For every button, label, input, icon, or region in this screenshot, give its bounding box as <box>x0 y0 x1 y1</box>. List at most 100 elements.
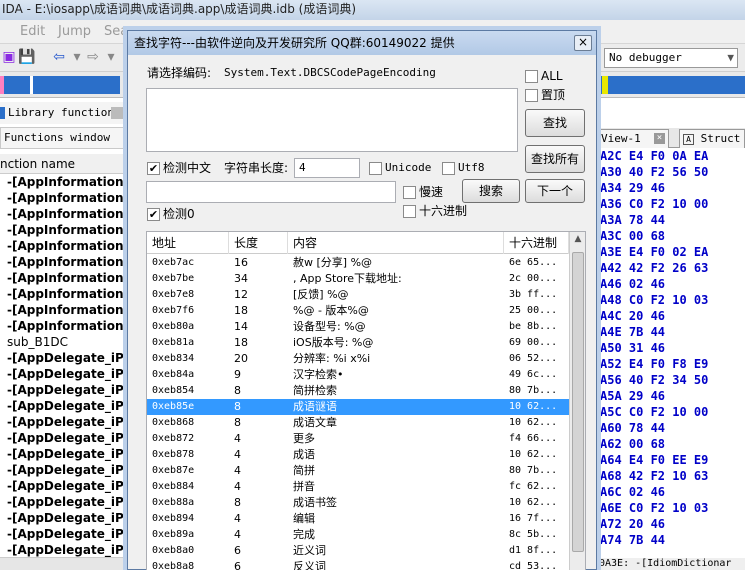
hex-row[interactable]: A68 42 F2 10 63 <box>597 468 745 484</box>
functions-list[interactable]: -[AppInformationS -[AppInformationS -[AppI… <box>0 174 135 560</box>
function-list-item[interactable]: -[AppInformationS <box>0 174 135 190</box>
function-list-item[interactable]: -[AppDelegate_iPh <box>0 398 135 414</box>
back-icon[interactable]: ⇦ <box>50 48 68 66</box>
search-button[interactable]: 搜索 <box>462 179 520 203</box>
detect-zero-checkbox[interactable]: ✔ <box>147 208 160 221</box>
tab-view-1[interactable]: View-1 × <box>597 129 669 148</box>
function-list-item[interactable]: -[AppInformationS <box>0 318 135 334</box>
function-list-item[interactable]: -[AppDelegate_iPh <box>0 382 135 398</box>
function-list-item[interactable]: -[AppDelegate_iPh <box>0 494 135 510</box>
hex-row[interactable]: A6E C0 F2 10 03 <box>597 500 745 516</box>
hex-row[interactable]: A3A 78 44 <box>597 212 745 228</box>
results-table[interactable]: 地址 长度 内容 十六进制 0xeb7ac 16 赦w [分享] %@ 6e 65..… <box>146 231 586 570</box>
tab-structures[interactable]: A Struct <box>679 129 745 148</box>
unicode-checkbox[interactable] <box>369 162 382 175</box>
all-checkbox[interactable] <box>525 70 538 83</box>
function-list-item[interactable]: -[AppDelegate_iPh <box>0 526 135 542</box>
table-row[interactable]: 0xeb7ac 16 赦w [分享] %@ 6e 65... <box>147 255 569 271</box>
table-row[interactable]: 0xeb834 20 分辨率: %i x%i 06 52... <box>147 351 569 367</box>
hex-row[interactable]: A60 78 44 <box>597 420 745 436</box>
hex-row[interactable]: A48 C0 F2 10 03 <box>597 292 745 308</box>
menu-search[interactable]: Sea <box>104 24 128 39</box>
menu-edit[interactable]: Edit <box>20 24 45 39</box>
hex-row[interactable]: A2C E4 F0 0A EA <box>597 148 745 164</box>
function-list-item[interactable]: -[AppDelegate_iPh <box>0 478 135 494</box>
column-header-address[interactable]: 地址 <box>147 232 229 254</box>
scroll-up-icon[interactable]: ▲ <box>570 234 585 248</box>
functions-window-tab[interactable]: Functions window <box>0 127 135 149</box>
table-row[interactable]: 0xeb80a 14 设备型号: %@ be 8b... <box>147 319 569 335</box>
column-header-length[interactable]: 长度 <box>229 232 288 254</box>
function-list-item[interactable]: -[AppDelegate_iPh <box>0 510 135 526</box>
hex-row[interactable]: A74 7B 44 <box>597 532 745 548</box>
function-list-item[interactable]: -[AppInformationS <box>0 302 135 318</box>
open-icon[interactable]: ▣ <box>0 48 18 66</box>
encoding-select[interactable]: System.Text.DBCSCodePageEncoding <box>220 64 518 84</box>
function-list-item[interactable]: -[AppDelegate_iPh <box>0 414 135 430</box>
function-list-item[interactable]: -[AppInformationS <box>0 286 135 302</box>
hex-row[interactable]: A36 C0 F2 10 00 <box>597 196 745 212</box>
hex-row[interactable]: A52 E4 F0 F8 E9 <box>597 356 745 372</box>
table-row[interactable]: 0xeb872 4 更多 f4 66... <box>147 431 569 447</box>
close-icon[interactable]: × <box>654 133 665 144</box>
table-row[interactable]: 0xeb8a0 6 近义词 d1 8f... <box>147 543 569 559</box>
function-list-item[interactable]: sub_B1DC <box>0 334 135 350</box>
save-icon[interactable]: 💾 <box>18 48 36 66</box>
column-header-content[interactable]: 内容 <box>288 232 504 254</box>
hex-row[interactable]: A64 E4 F0 EE E9 <box>597 452 745 468</box>
table-row[interactable]: 0xeb868 8 成语文章 10 62... <box>147 415 569 431</box>
function-name-header[interactable]: nction name <box>0 154 135 174</box>
hex-row[interactable]: A4E 7B 44 <box>597 324 745 340</box>
disassembly-hex-view[interactable]: A2C E4 F0 0A EA A30 40 F2 56 50 A34 29 46 A… <box>597 148 745 558</box>
hex-row[interactable]: A46 02 46 <box>597 276 745 292</box>
table-row[interactable]: 0xeb8a8 6 反义词 cd 53... <box>147 559 569 570</box>
detect-chinese-checkbox[interactable]: ✔ <box>147 162 160 175</box>
function-list-item[interactable]: -[AppInformationS <box>0 190 135 206</box>
function-list-item[interactable]: -[AppDelegate_iPh <box>0 462 135 478</box>
table-row[interactable]: 0xeb88a 8 成语书签 10 62... <box>147 495 569 511</box>
search-text-area[interactable] <box>146 88 518 152</box>
table-row[interactable]: 0xeb7e8 12 [反馈] %@ 3b ff... <box>147 287 569 303</box>
function-list-item[interactable]: -[AppDelegate_iPh <box>0 542 135 558</box>
hex-row[interactable]: A72 20 46 <box>597 516 745 532</box>
table-row[interactable]: 0xeb84a 9 汉字检索• 49 6c... <box>147 367 569 383</box>
hex-row[interactable]: A4C 20 46 <box>597 308 745 324</box>
function-list-item[interactable]: -[AppDelegate_iPh <box>0 430 135 446</box>
find-all-button[interactable]: 查找所有 <box>525 145 585 173</box>
hex-row[interactable]: A3C 00 68 <box>597 228 745 244</box>
function-list-item[interactable]: -[AppInformationS <box>0 254 135 270</box>
results-vertical-scrollbar[interactable]: ▲ <box>569 232 585 570</box>
hex-row[interactable]: A30 40 F2 56 50 <box>597 164 745 180</box>
scroll-thumb[interactable] <box>572 252 584 552</box>
function-list-item[interactable]: -[AppDelegate_iPh <box>0 366 135 382</box>
table-row[interactable]: 0xeb85e 8 成语谜语 10 62... <box>147 399 569 415</box>
table-row[interactable]: 0xeb7be 34 , App Store下载地址: 2c 00... <box>147 271 569 287</box>
top-checkbox[interactable] <box>525 89 538 102</box>
menu-jump[interactable]: Jump <box>58 24 91 39</box>
find-button[interactable]: 查找 <box>525 109 585 137</box>
dialog-close-button[interactable]: × <box>574 35 592 51</box>
hex-row[interactable]: A56 40 F2 34 50 <box>597 372 745 388</box>
table-row[interactable]: 0xeb87e 4 简拼 80 7b... <box>147 463 569 479</box>
hex-row[interactable]: A42 42 F2 26 63 <box>597 260 745 276</box>
table-row[interactable]: 0xeb81a 18 iOS版本号: %@ 69 00... <box>147 335 569 351</box>
hex-row[interactable]: A6C 02 46 <box>597 484 745 500</box>
table-row[interactable]: 0xeb7f6 18 %@ - 版本%@ 25 00... <box>147 303 569 319</box>
next-button[interactable]: 下一个 <box>525 179 585 203</box>
hex-row[interactable]: A50 31 46 <box>597 340 745 356</box>
forward-dropdown-icon[interactable]: ▾ <box>102 48 120 66</box>
function-list-item[interactable]: -[AppInformationS <box>0 206 135 222</box>
hex-checkbox[interactable] <box>403 205 416 218</box>
hex-row[interactable]: A3E E4 F0 02 EA <box>597 244 745 260</box>
functions-horizontal-scrollbar[interactable] <box>0 557 135 570</box>
slow-checkbox[interactable] <box>403 186 416 199</box>
hex-row[interactable]: A34 29 46 <box>597 180 745 196</box>
hex-search-input[interactable] <box>146 181 396 203</box>
debugger-select[interactable]: No debugger ▼ <box>604 48 738 68</box>
column-header-hex[interactable]: 十六进制 <box>504 232 569 254</box>
table-row[interactable]: 0xeb894 4 编辑 16 7f... <box>147 511 569 527</box>
function-list-item[interactable]: -[AppInformationS <box>0 222 135 238</box>
table-row[interactable]: 0xeb878 4 成语 10 62... <box>147 447 569 463</box>
dialog-title-bar[interactable]: 查找字符---由软件逆向及开发研究所 QQ群:60149022 提供 <box>128 31 596 55</box>
table-row[interactable]: 0xeb89a 4 完成 8c 5b... <box>147 527 569 543</box>
